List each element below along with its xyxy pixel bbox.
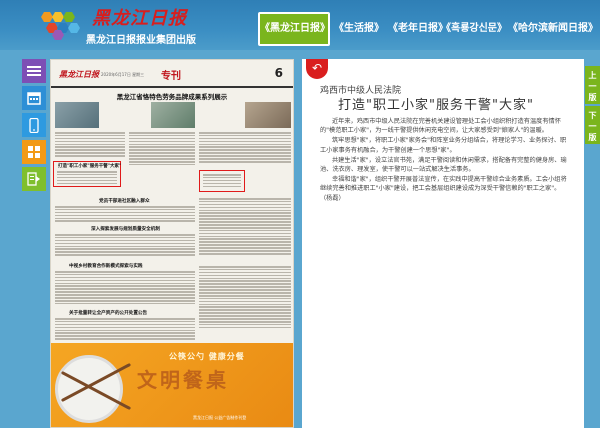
- text-column: [55, 132, 125, 158]
- mobile-icon: [29, 117, 39, 133]
- ad-title: 文明餐桌: [137, 368, 229, 392]
- newspaper-page[interactable]: 黑龙江日报 2020年6月17日 星期三 专刊 6 黑龙江省恪特色劳务品牌成果系…: [50, 59, 294, 428]
- article-paragraph: 共建生活"家"，设立法官书苑，满足干警阅读和休闲需求，搭配备有完整的健身房、瑜池…: [320, 156, 567, 174]
- next-page-button[interactable]: 下一版: [585, 106, 600, 144]
- article-paragraph: 筑牢思想"家"，将职工小家"家务会"和阵室业务分组结合，将理论学习、业务探讨、职…: [320, 137, 567, 154]
- paper-page-number: 6: [274, 66, 283, 80]
- back-arrow-icon: ↶: [311, 61, 323, 75]
- paper-subheadline: 中视乡村教育合作新模式探索与实践: [69, 264, 143, 269]
- article-region[interactable]: [199, 170, 245, 192]
- reader-icon: [27, 172, 40, 186]
- mobile-button[interactable]: [22, 113, 46, 137]
- logo-icon: [41, 12, 80, 40]
- tab-korean-news[interactable]: 《흑룡강신문》: [441, 17, 507, 41]
- text-column: [55, 271, 195, 306]
- menu-button[interactable]: [22, 59, 46, 83]
- text-column: [55, 206, 195, 223]
- ad-footer: 黑龙江日报 公益广告制作刊登: [193, 415, 247, 420]
- article-paragraph: 近年来，鸡西市中级人民法院在完善机关建设管理处工会小组织积打造有温度有情怀的"模…: [320, 118, 561, 135]
- highlighted-article-title: 打造"职工小家"服务干警"大家": [58, 164, 122, 169]
- back-button[interactable]: ↶: [306, 59, 328, 79]
- paper-headline: 黑龙江省恪特色劳务品牌成果系列展示: [116, 93, 228, 101]
- article-title: 打造"职工小家"服务干警"大家": [338, 98, 534, 113]
- calendar-button[interactable]: [22, 86, 46, 110]
- text-column: [129, 132, 195, 167]
- reader-button[interactable]: [22, 167, 46, 191]
- paper-masthead: 黑龙江日报: [59, 69, 99, 79]
- tab-senior-daily[interactable]: 《老年日报》: [388, 17, 448, 41]
- left-toolbar: [22, 59, 46, 191]
- news-photo: [55, 102, 99, 128]
- brand-title: 黑龙江日报: [92, 8, 187, 29]
- article-signature: （杨磊）: [320, 195, 345, 203]
- news-photo: [151, 102, 195, 128]
- tab-heilongjiang-daily[interactable]: 《黑龙江日报》: [258, 12, 330, 46]
- article-paragraph: 幸福和谐"家"，组织干警开展普法宣传，在实践中提高干警综合业务素质。工会小组将继…: [320, 175, 567, 193]
- paper-subheadline: 深入探索发展与规划质量安全机制: [91, 227, 160, 232]
- calendar-icon: [27, 92, 41, 105]
- public-service-ad: 公筷公勺 健康分餐 文明餐桌 黑龙江日报 公益广告制作刊登: [51, 343, 293, 427]
- text-column: [199, 132, 291, 164]
- article-panel: ↶ 鸡西市中级人民法院 打造"职工小家"服务干警"大家" 近年来，鸡西市中级人民…: [302, 59, 584, 428]
- brand-subtitle: 黑龙江日报报业集团出版: [86, 35, 196, 46]
- menu-icon: [27, 66, 41, 76]
- text-column: [55, 234, 195, 257]
- text-column: [199, 198, 291, 256]
- news-photo: [245, 102, 291, 128]
- prev-page-button[interactable]: 上一版: [585, 66, 600, 104]
- top-header: 黑龙江日报 黑龙江日报报业集团出版 《黑龙江日报》 《生活报》 《老年日报》 《…: [0, 0, 600, 50]
- paper-header: 黑龙江日报 2020年6月17日 星期三 专刊 6: [51, 60, 293, 88]
- paper-subheadline: 党员干部进社区融入群众: [99, 199, 150, 204]
- grid-icon: [28, 146, 40, 158]
- tab-harbin-news[interactable]: 《哈尔滨新闻日报》: [506, 17, 600, 41]
- paper-subheadline: 关于批量转让全产资产的公开处置公告: [69, 311, 148, 316]
- text-column: [55, 318, 195, 341]
- highlighted-article[interactable]: 打造"职工小家"服务干警"大家": [53, 161, 121, 187]
- layout-button[interactable]: [22, 140, 46, 164]
- text-column: [199, 266, 291, 330]
- ad-slogan: 公筷公勺 健康分餐: [169, 352, 245, 361]
- article-body: 近年来，鸡西市中级人民法院在完善机关建设管理处工会小组织积打造有温度有情怀的"模…: [320, 117, 570, 204]
- paper-date: 2020年6月17日 星期三: [101, 72, 145, 77]
- paper-section: 专刊: [161, 71, 181, 82]
- tab-life-daily[interactable]: 《生活报》: [331, 17, 387, 41]
